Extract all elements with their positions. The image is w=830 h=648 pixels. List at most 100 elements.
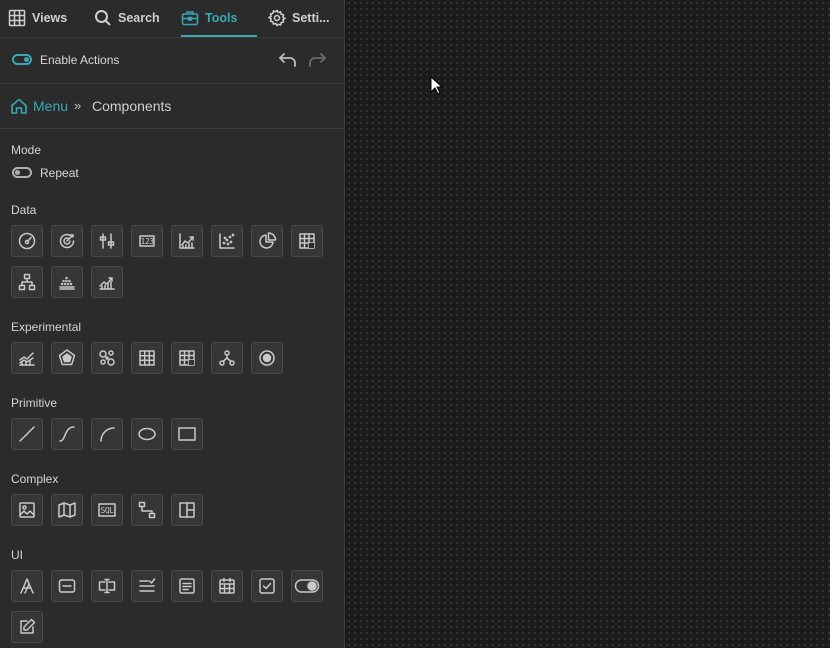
edit-button[interactable] [11, 611, 43, 643]
pivot-table-button[interactable] [171, 342, 203, 374]
calendar-icon [219, 577, 235, 594]
experimental-section-title: Experimental [11, 320, 82, 334]
rectangle-button[interactable] [171, 418, 203, 450]
radio-indicator-button[interactable] [251, 342, 283, 374]
area-chart-icon [99, 277, 115, 290]
scatter-chart-button[interactable] [211, 225, 243, 257]
tab-views[interactable]: Views [8, 0, 67, 36]
layout-button[interactable] [171, 494, 203, 526]
rectangle-icon [178, 427, 196, 441]
image-icon [19, 502, 35, 518]
pivot-table-icon [179, 350, 195, 366]
checklist-icon [139, 578, 156, 592]
network-graph-button[interactable] [91, 342, 123, 374]
mouse-cursor-icon [430, 76, 444, 95]
arc-button[interactable] [91, 418, 123, 450]
home-icon[interactable] [10, 97, 28, 115]
histogram-icon [59, 276, 75, 290]
text-icon [20, 578, 34, 594]
tab-views-label: Views [32, 11, 68, 25]
line-chart-icon [179, 233, 195, 249]
textarea-button[interactable] [171, 570, 203, 602]
radar-chart-button[interactable] [51, 342, 83, 374]
tab-tools[interactable]: Tools [181, 0, 257, 37]
table-button[interactable] [131, 342, 163, 374]
tab-bar: Views Search Tools Setti... [0, 0, 344, 38]
switch-icon [294, 579, 320, 593]
tab-tools-label: Tools [205, 11, 238, 25]
toolbox-icon [181, 11, 199, 26]
map-button[interactable] [51, 494, 83, 526]
tools-panel: Views Search Tools Setti... Enable Actio… [0, 0, 345, 648]
ellipse-button[interactable] [131, 418, 163, 450]
slider-button[interactable] [91, 225, 123, 257]
complex-section-title: Complex [11, 472, 59, 486]
pie-chart-button[interactable] [251, 225, 283, 257]
sql-button[interactable]: SQL [91, 494, 123, 526]
table-icon [139, 350, 155, 366]
area-chart-button[interactable] [91, 266, 123, 298]
tree-diagram-icon [18, 273, 36, 291]
flow-button[interactable] [131, 494, 163, 526]
image-button[interactable] [11, 494, 43, 526]
tree-button[interactable] [11, 266, 43, 298]
data-section-title: Data [11, 203, 37, 217]
curve-icon [59, 426, 75, 442]
tab-search[interactable]: Search [94, 0, 160, 36]
map-icon [58, 502, 76, 518]
repeat-toggle[interactable] [12, 167, 32, 178]
layout-icon [179, 502, 195, 518]
canvas-area[interactable] [346, 0, 830, 648]
search-icon [95, 10, 111, 26]
button-component-button[interactable] [51, 570, 83, 602]
hierarchy-button[interactable] [211, 342, 243, 374]
text-button[interactable] [11, 570, 43, 602]
number-display-text: 123 [140, 236, 154, 246]
hierarchy-icon [219, 350, 235, 366]
checkbox-button[interactable] [251, 570, 283, 602]
gauge-icon [18, 232, 36, 250]
undo-icon[interactable] [275, 49, 297, 71]
gauge-button[interactable] [11, 225, 43, 257]
textarea-icon [179, 578, 195, 594]
heatmap-icon [299, 233, 315, 249]
checkbox-icon [259, 578, 275, 594]
line-chart-button[interactable] [171, 225, 203, 257]
record-icon [259, 350, 275, 366]
repeat-label: Repeat [40, 166, 79, 180]
breadcrumb-separator-icon: » [74, 98, 82, 113]
tab-settings-label: Setti... [292, 11, 330, 25]
multi-line-chart-icon [19, 352, 35, 366]
breadcrumb-current: Components [92, 98, 172, 114]
edit-icon [20, 618, 36, 634]
switch-button[interactable] [291, 570, 323, 602]
redo-icon[interactable] [308, 49, 330, 71]
flowchart-icon [138, 501, 156, 519]
tab-search-label: Search [118, 11, 160, 25]
enable-actions-label: Enable Actions [40, 53, 120, 67]
primitive-section-title: Primitive [11, 396, 58, 410]
radial-gauge-button[interactable] [51, 225, 83, 257]
vertical-slider-icon [99, 233, 115, 249]
tab-settings[interactable]: Setti... [268, 0, 330, 36]
line-button[interactable] [11, 418, 43, 450]
scatter-chart-icon [219, 233, 235, 249]
breadcrumb-menu[interactable]: Menu [33, 98, 68, 114]
gear-icon [268, 9, 286, 27]
network-graph-icon [99, 350, 115, 366]
input-button[interactable] [91, 570, 123, 602]
ellipse-icon [138, 427, 156, 441]
histogram-button[interactable] [51, 266, 83, 298]
heatmap-button[interactable] [291, 225, 323, 257]
curve-button[interactable] [51, 418, 83, 450]
number-display-button[interactable]: 123 [131, 225, 163, 257]
enable-actions-toggle[interactable] [12, 54, 32, 65]
arc-icon [100, 427, 115, 442]
breadcrumb: Menu » Components [0, 84, 344, 129]
date-picker-button[interactable] [211, 570, 243, 602]
multi-line-chart-button[interactable] [11, 342, 43, 374]
radar-chart-icon [58, 349, 76, 366]
grid-icon [8, 9, 26, 27]
ui-section-title: UI [11, 548, 23, 562]
checklist-button[interactable] [131, 570, 163, 602]
